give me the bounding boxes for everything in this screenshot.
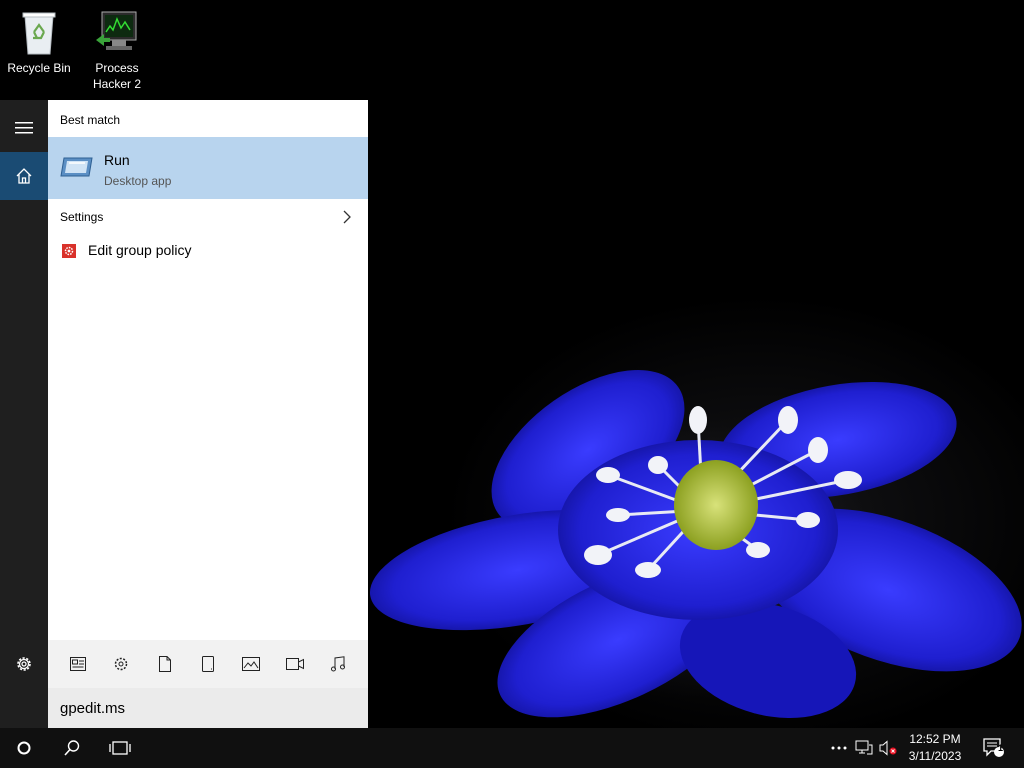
show-hidden-icons-button[interactable]: [828, 728, 850, 768]
photos-filter-icon: [242, 657, 261, 671]
settings-header-label: Settings: [60, 210, 104, 224]
run-subtitle: Desktop app: [104, 174, 172, 188]
taskbar-clock[interactable]: 12:52 PM 3/11/2023: [900, 731, 970, 765]
group-policy-icon: [62, 244, 76, 258]
hamburger-menu-icon: [15, 122, 33, 134]
music-filter-icon: [331, 656, 346, 672]
process-hacker-desktop-icon[interactable]: Process Hacker 2: [81, 10, 153, 92]
clock-date: 3/11/2023: [908, 749, 962, 763]
volume-tray-button[interactable]: [876, 728, 900, 768]
more-dots-icon: [831, 746, 847, 750]
settings-section-header[interactable]: Settings: [48, 204, 368, 230]
run-app-icon: [60, 157, 93, 177]
start-button[interactable]: [4, 728, 44, 768]
recycle-bin-desktop-icon[interactable]: Recycle Bin: [3, 10, 75, 76]
filter-settings-button[interactable]: [105, 648, 137, 680]
process-hacker-label-line2: Hacker 2: [92, 77, 142, 91]
network-icon: [855, 740, 873, 755]
notification-count-badge: 1: [998, 743, 1004, 753]
edit-group-policy-label: Edit group policy: [88, 242, 192, 258]
settings-button[interactable]: [0, 640, 48, 688]
videos-filter-icon: [285, 658, 304, 670]
filter-music-button[interactable]: [322, 648, 354, 680]
gear-icon: [17, 657, 31, 671]
filter-documents-button[interactable]: [149, 648, 181, 680]
search-icon: [64, 740, 80, 756]
task-view-icon: [109, 741, 131, 755]
apps-filter-icon: [69, 657, 86, 671]
process-hacker-label-line1: Process: [95, 61, 139, 75]
filter-device-button[interactable]: [192, 648, 224, 680]
chevron-right-icon: [343, 210, 351, 224]
wallpaper-flower-image: [369, 370, 1022, 719]
action-center-button[interactable]: 1: [976, 728, 1012, 768]
cortana-circle-icon: [17, 741, 31, 755]
best-match-run-item[interactable]: Run Desktop app: [48, 137, 368, 199]
expand-menu-button[interactable]: [0, 104, 48, 152]
task-view-button[interactable]: [100, 728, 140, 768]
best-match-header: Best match: [60, 113, 121, 127]
recycle-bin-icon: [22, 12, 56, 55]
run-title: Run: [104, 152, 130, 168]
search-results-panel: Best match Run Desktop app Settings Edit…: [48, 100, 368, 728]
filter-apps-button[interactable]: [62, 648, 94, 680]
volume-muted-icon: [879, 740, 897, 756]
edit-group-policy-item[interactable]: Edit group policy: [48, 237, 368, 265]
filter-videos-button[interactable]: [279, 648, 311, 680]
taskbar: 12:52 PM 3/11/2023 1: [0, 728, 1024, 768]
home-icon: [16, 168, 32, 184]
search-filter-bar: [48, 640, 368, 688]
filter-photos-button[interactable]: [235, 648, 267, 680]
recycle-bin-label: Recycle Bin: [7, 61, 71, 75]
documents-filter-icon: [158, 656, 171, 672]
start-rail: [0, 100, 48, 728]
network-tray-button[interactable]: [852, 728, 876, 768]
settings-filter-icon: [114, 657, 128, 671]
home-button[interactable]: [0, 152, 48, 200]
process-hacker-icon: [96, 11, 137, 50]
search-input[interactable]: [48, 688, 368, 728]
search-button[interactable]: [52, 728, 92, 768]
device-filter-icon: [201, 656, 214, 672]
clock-time: 12:52 PM: [909, 732, 961, 746]
